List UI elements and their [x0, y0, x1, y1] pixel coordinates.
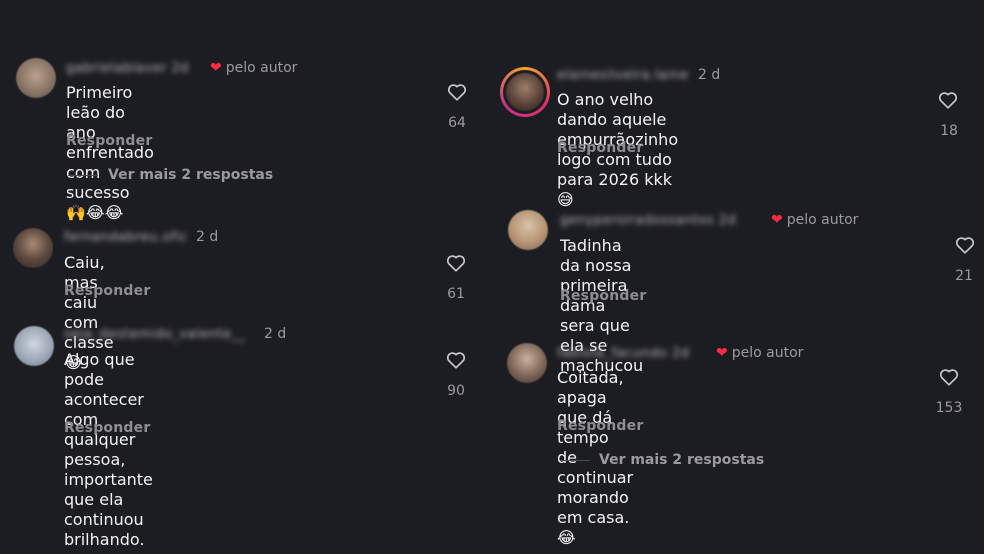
heart-outline-icon[interactable] — [954, 234, 976, 256]
reply-button[interactable]: Responder — [64, 420, 150, 436]
username[interactable]: fernandabreu.ofic — [64, 230, 188, 245]
username[interactable]: elainesilveira.laine — [557, 68, 689, 83]
heart-filled-icon: ❤ — [210, 60, 222, 76]
reply-button[interactable]: Responder — [66, 133, 152, 149]
like-count: 64 — [448, 115, 466, 131]
reply-button[interactable]: Responder — [560, 288, 646, 304]
heart-outline-icon[interactable] — [445, 349, 467, 371]
username[interactable]: gabrielablaver 2d — [66, 61, 189, 76]
like-count: 90 — [447, 383, 465, 399]
heart-filled-icon: ❤ — [716, 345, 728, 361]
like-count: 153 — [935, 400, 963, 416]
like-count: 61 — [447, 286, 465, 302]
username[interactable]: fabiola_facundo 2d — [557, 346, 689, 361]
heart-filled-icon: ❤ — [771, 212, 783, 228]
heart-outline-icon[interactable] — [937, 89, 959, 111]
author-like-label: ❤ pelo autor — [771, 212, 859, 228]
author-like-label: ❤ pelo autor — [716, 345, 804, 361]
like-count: 18 — [940, 123, 958, 139]
divider — [560, 460, 590, 461]
username[interactable]: genyperoiradossantos 2d — [560, 213, 736, 228]
avatar[interactable] — [14, 326, 54, 366]
timestamp: 2 d — [196, 229, 219, 245]
username[interactable]: seja_destemido_valente__ — [64, 327, 246, 342]
reply-button[interactable]: Responder — [64, 283, 150, 299]
avatar[interactable] — [16, 58, 56, 98]
heart-outline-icon[interactable] — [446, 81, 468, 103]
comment-text: Algo que pode acontecer com qualquer pes… — [64, 350, 153, 549]
author-like-label: ❤ pelo autor — [210, 60, 298, 76]
view-more-replies[interactable]: Ver mais 2 respostas — [108, 167, 273, 183]
comment-text: Primeiro leão do ano enfrentado com suce… — [66, 83, 154, 222]
avatar[interactable] — [506, 73, 544, 111]
reply-button[interactable]: Responder — [557, 140, 643, 156]
like-count: 21 — [955, 268, 973, 284]
reply-button[interactable]: Responder — [557, 418, 643, 434]
heart-outline-icon[interactable] — [445, 252, 467, 274]
timestamp: 2 d — [698, 67, 721, 83]
heart-outline-icon[interactable] — [938, 366, 960, 388]
view-more-replies[interactable]: Ver mais 2 respostas — [599, 452, 764, 468]
timestamp: 2 d — [264, 326, 287, 342]
divider — [68, 175, 98, 176]
avatar[interactable] — [13, 228, 53, 268]
avatar[interactable] — [507, 343, 547, 383]
avatar[interactable] — [508, 210, 548, 250]
